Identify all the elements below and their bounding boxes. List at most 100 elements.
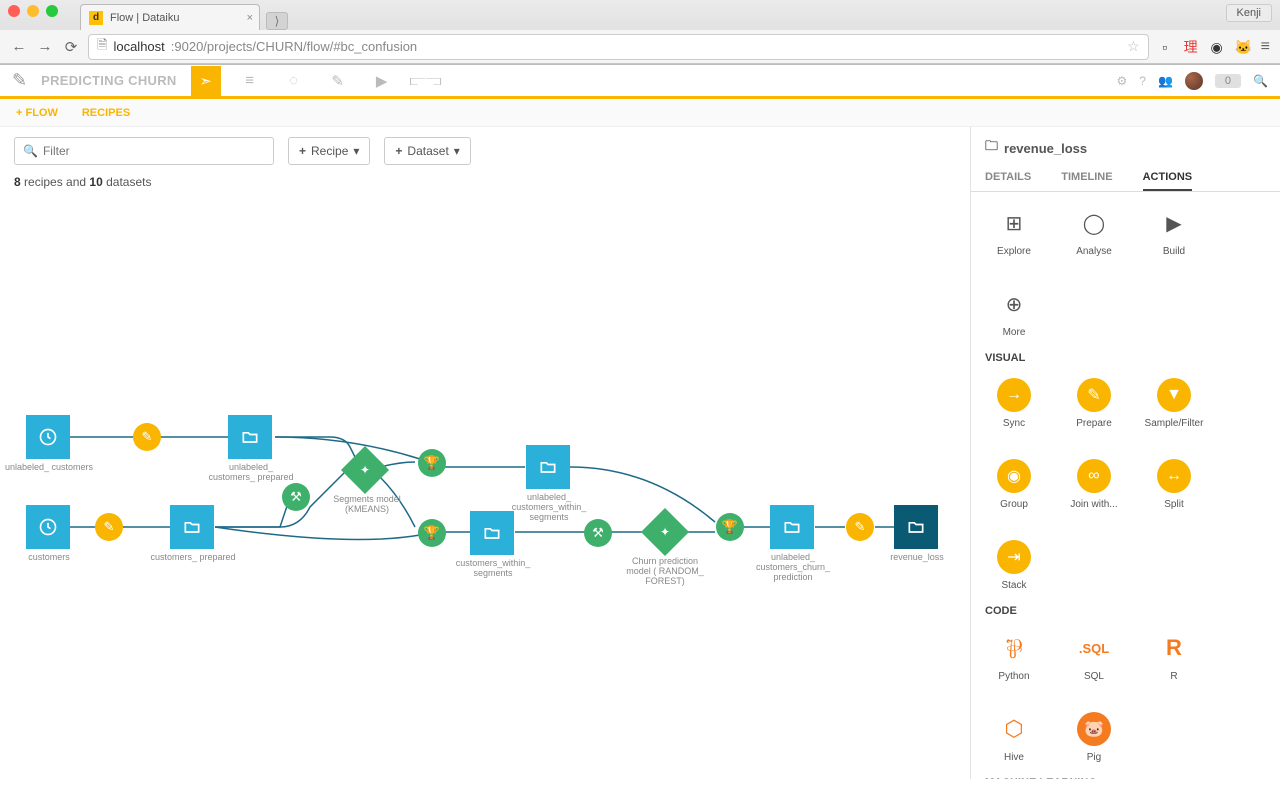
dataset-label: revenue_loss: [872, 553, 962, 563]
bookmark-star-icon[interactable]: ☆: [1127, 38, 1140, 55]
extension-icon-1[interactable]: ▫: [1157, 39, 1173, 55]
extension-icon-3[interactable]: ◉: [1209, 39, 1225, 55]
python-icon: ⅌: [997, 631, 1031, 665]
action-explore[interactable]: ⊞Explore: [989, 206, 1039, 257]
dataset-unlabeled-customers[interactable]: [26, 415, 70, 459]
section-ml: MACHINE LEARNING: [971, 773, 1280, 779]
action-analyse[interactable]: ◯Analyse: [1069, 206, 1119, 257]
browser-chrome: Kenji d Flow | Dataiku × ⟩ ← → ⟳ 🗎 local…: [0, 0, 1280, 65]
dataset-within-segments[interactable]: [470, 511, 514, 555]
sql-icon: .SQL: [1077, 631, 1111, 665]
dataset-label: customers_within_ segments: [448, 559, 538, 579]
model-label: Churn prediction model ( RANDOM_ FOREST): [620, 557, 710, 587]
r-icon: R: [1157, 631, 1191, 665]
recipe-score-3[interactable]: 🏆: [716, 513, 744, 541]
browser-tab-active[interactable]: d Flow | Dataiku ×: [80, 4, 260, 30]
recipe-score-2[interactable]: 🏆: [418, 519, 446, 547]
help-icon[interactable]: ?: [1139, 74, 1146, 88]
dataset-label: unlabeled_ customers_churn_ prediction: [748, 553, 838, 583]
model-label: Segments model (KMEANS): [322, 495, 412, 515]
new-tab-button[interactable]: ⟩: [266, 12, 288, 30]
recipe-python[interactable]: ⅌Python: [989, 631, 1039, 682]
pig-icon: 🐷: [1077, 712, 1111, 746]
nav-forward-icon[interactable]: →: [36, 38, 54, 55]
dataset-customers[interactable]: [26, 505, 70, 549]
nav-recipes-icon[interactable]: ◌: [279, 66, 309, 96]
user-avatar[interactable]: [1185, 72, 1203, 90]
settings-gear-icon[interactable]: ⚙: [1117, 74, 1128, 88]
subnav-recipes[interactable]: RECIPES: [82, 107, 130, 119]
dataset-customers-prepared[interactable]: [170, 505, 214, 549]
recipe-train-1[interactable]: ⚒: [282, 483, 310, 511]
nav-back-icon[interactable]: ←: [10, 38, 28, 55]
dataset-label: unlabeled_ customers_ prepared: [206, 463, 296, 483]
dataset-revenue-loss[interactable]: [894, 505, 938, 549]
flow-canvas[interactable]: 🔍 +Recipe▾ +Dataset▾ 8 recipes and 10 da…: [0, 127, 970, 779]
section-visual: VISUAL: [971, 348, 1280, 364]
section-code: CODE: [971, 601, 1280, 617]
recipe-prepare-2[interactable]: ✎: [95, 513, 123, 541]
recipe-hive[interactable]: ⬡Hive: [989, 712, 1039, 763]
recipe-score-1[interactable]: 🏆: [418, 449, 446, 477]
users-icon[interactable]: 👥: [1158, 74, 1173, 88]
subnav-flow[interactable]: + FLOW: [16, 107, 58, 119]
plus-circle-icon: ⊕: [997, 287, 1031, 321]
analyse-icon: ◯: [1077, 206, 1111, 240]
recipe-split[interactable]: ↔Split: [1149, 459, 1199, 510]
extension-icon-2[interactable]: 理: [1183, 39, 1199, 55]
hive-icon: ⬡: [997, 712, 1031, 746]
tab-details[interactable]: DETAILS: [985, 165, 1031, 191]
recipe-sample[interactable]: ▼Sample/Filter: [1149, 378, 1199, 429]
recipe-prepare-1[interactable]: ✎: [133, 423, 161, 451]
dataiku-logo-icon[interactable]: ✎: [12, 70, 27, 91]
tab-title: Flow | Dataiku: [110, 12, 180, 24]
recipe-group[interactable]: ◉Group: [989, 459, 1039, 510]
nav-reload-icon[interactable]: ⟳: [62, 38, 80, 56]
join-icon: ∞: [1077, 459, 1111, 493]
group-icon: ◉: [997, 459, 1031, 493]
dataset-churn-prediction[interactable]: [770, 505, 814, 549]
app-header: ✎ PREDICTING CHURN ➣ ≡ ◌ ✎ ▶ ⫍⫎ ⚙ ? 👥 0 …: [0, 65, 1280, 99]
folder-icon: 🗀: [985, 137, 998, 159]
nav-notebooks-icon[interactable]: ✎: [323, 66, 353, 96]
url-host: localhost: [113, 39, 164, 54]
address-bar[interactable]: 🗎 localhost:9020/projects/CHURN/flow/#bc…: [88, 34, 1149, 60]
notification-badge[interactable]: 0: [1215, 74, 1241, 88]
search-icon[interactable]: 🔍: [1253, 74, 1268, 88]
broom-icon: ✎: [1077, 378, 1111, 412]
browser-menu-icon[interactable]: ≡: [1261, 38, 1270, 56]
dataset-label: unlabeled_ customers: [4, 463, 94, 473]
recipe-train-2[interactable]: ⚒: [584, 519, 612, 547]
recipe-r[interactable]: RR: [1149, 631, 1199, 682]
recipe-sync[interactable]: →Sync: [989, 378, 1039, 429]
dataset-label: customers_ prepared: [148, 553, 238, 563]
panel-title: 🗀 revenue_loss: [971, 127, 1280, 165]
nav-datasets-icon[interactable]: ≡: [235, 66, 265, 96]
project-name[interactable]: PREDICTING CHURN: [41, 73, 177, 88]
arrow-right-icon: →: [997, 378, 1031, 412]
tab-timeline[interactable]: TIMELINE: [1061, 165, 1112, 191]
nav-dashboards-icon[interactable]: ⫍⫎: [411, 66, 441, 96]
recipe-sql[interactable]: .SQLSQL: [1069, 631, 1119, 682]
tab-actions[interactable]: ACTIONS: [1143, 165, 1193, 191]
recipe-prepare[interactable]: ✎Prepare: [1069, 378, 1119, 429]
action-build[interactable]: ▶Build: [1149, 206, 1199, 257]
sub-header: + FLOW RECIPES: [0, 99, 1280, 127]
split-icon: ↔: [1157, 459, 1191, 493]
dataset-unlabeled-prepared[interactable]: [228, 415, 272, 459]
action-more[interactable]: ⊕More: [989, 287, 1039, 338]
tab-close-icon[interactable]: ×: [247, 12, 253, 24]
play-icon: ▶: [1157, 206, 1191, 240]
grid-icon: ⊞: [997, 206, 1031, 240]
recipe-prepare-3[interactable]: ✎: [846, 513, 874, 541]
recipe-stack[interactable]: ⇥Stack: [989, 540, 1039, 591]
recipe-join[interactable]: ∞Join with...: [1069, 459, 1119, 510]
dataset-label: customers: [4, 553, 94, 563]
dataset-unlabeled-within-segments[interactable]: [526, 445, 570, 489]
nav-flow-icon[interactable]: ➣: [191, 66, 221, 96]
url-path: :9020/projects/CHURN/flow/#bc_confusion: [171, 39, 417, 54]
recipe-pig[interactable]: 🐷Pig: [1069, 712, 1119, 763]
nav-jobs-icon[interactable]: ▶: [367, 66, 397, 96]
extension-icon-4[interactable]: 🐱: [1235, 39, 1251, 55]
right-panel: 🗀 revenue_loss DETAILS TIMELINE ACTIONS …: [970, 127, 1280, 779]
